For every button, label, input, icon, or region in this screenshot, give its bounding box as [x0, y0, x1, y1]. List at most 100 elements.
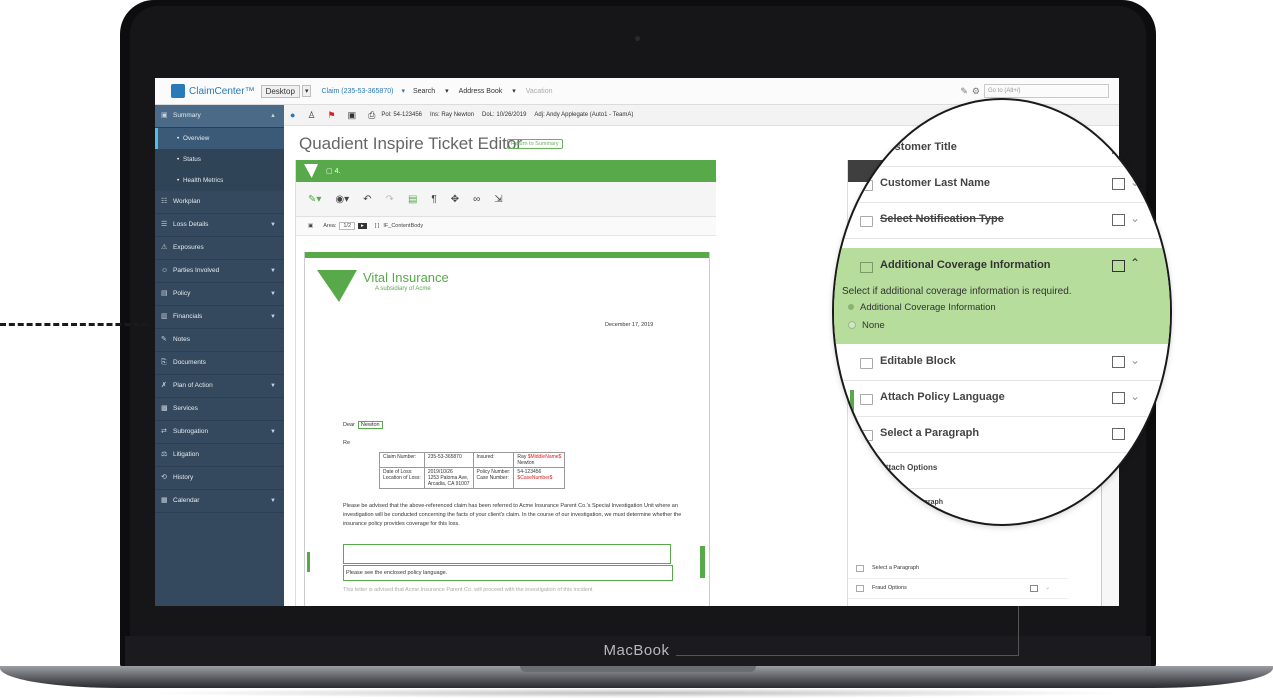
- desktop-button[interactable]: Desktop: [260, 84, 300, 98]
- view-icon[interactable]: ◉▾: [335, 194, 349, 205]
- sidebar-item-financials[interactable]: ▥ Financials ▼: [155, 306, 284, 329]
- checkbox-icon: [860, 262, 873, 273]
- area-value[interactable]: 1/2: [339, 222, 356, 230]
- option-customer-last-name[interactable]: Customer Last Name ⌄: [834, 166, 1170, 203]
- toggle-box-icon[interactable]: [1112, 392, 1125, 404]
- radio-none[interactable]: None: [848, 320, 885, 331]
- company-name: Vital Insurance: [363, 270, 449, 285]
- sidebar-item-exposures[interactable]: ⚠ Exposures: [155, 237, 284, 260]
- undo-icon[interactable]: ↶: [363, 194, 371, 205]
- option-additional-coverage-information[interactable]: Additional Coverage Information ⌃ Select…: [834, 248, 1170, 344]
- chevron-up-icon[interactable]: ⌃: [1130, 256, 1140, 270]
- sidebar-item-label: Loss Details: [173, 221, 209, 228]
- radio-additional-coverage[interactable]: Additional Coverage Information: [848, 302, 996, 313]
- glasses-icon[interactable]: ∞: [473, 194, 480, 205]
- toggle-box-icon[interactable]: [1112, 260, 1125, 272]
- option-select-notification-type[interactable]: Select Notification Type ⌄: [834, 202, 1170, 239]
- sidebar-item-policy[interactable]: ▤ Policy ▼: [155, 283, 284, 306]
- search-tab-caret[interactable]: ▾: [445, 87, 449, 95]
- option-customer-title[interactable]: Customer Title: [834, 130, 1170, 167]
- vital-insurance-logo-icon: [317, 270, 357, 302]
- dear-text: Dear: [343, 422, 355, 428]
- sidebar-item-notes[interactable]: ✎ Notes: [155, 329, 284, 352]
- redo-icon[interactable]: ↷: [386, 194, 394, 205]
- toggle-box-icon[interactable]: [1112, 142, 1125, 154]
- chevron-down-icon[interactable]: ⌄: [1130, 353, 1140, 367]
- sidebar-item-label: Parties Involved: [173, 267, 220, 274]
- calendar-icon: ▦: [161, 497, 168, 504]
- history-icon: ⟲: [161, 474, 167, 481]
- toggle-box-icon[interactable]: [1112, 428, 1125, 440]
- area-next-button[interactable]: ▸: [358, 223, 367, 229]
- left-marker: [307, 552, 310, 572]
- camera-dot: [635, 36, 640, 41]
- toggle-box-icon[interactable]: [1112, 356, 1125, 368]
- checkbox-icon: [860, 180, 873, 191]
- option-fraud-options[interactable]: Fraud Options ⌄: [848, 578, 1068, 599]
- chevron-down-icon: ▼: [270, 429, 276, 435]
- goto-input[interactable]: Go to (Alt+/): [984, 84, 1109, 98]
- chevron-down-icon[interactable]: ⌄: [1130, 175, 1140, 189]
- option-attach-options[interactable]: Attach Options: [834, 452, 1170, 489]
- option-select-a-paragraph[interactable]: Select a Paragraph: [834, 416, 1170, 453]
- bullet-icon: •: [177, 135, 180, 142]
- sidebar-item-documents[interactable]: ⎘ Documents: [155, 352, 284, 375]
- claim-tab[interactable]: Claim (235-53-365870): [321, 88, 393, 95]
- sidebar-item-status[interactable]: • Status: [155, 149, 284, 170]
- return-to-summary-button[interactable]: Return to Summary: [507, 139, 563, 149]
- table-cell: 2019/10/26 1253 Paloma Ave, Arcadia, CA 91…: [423, 467, 474, 489]
- edit-icon[interactable]: ✎: [960, 86, 968, 97]
- sidebar-item-parties-involved[interactable]: ☺ Parties Involved ▼: [155, 260, 284, 283]
- sidebar-item-health-metrics[interactable]: • Health Metrics: [155, 170, 284, 191]
- sidebar-item-services[interactable]: ▩ Services: [155, 398, 284, 421]
- laptop-notch: [520, 666, 756, 672]
- chevron-down-icon: ▼: [270, 222, 276, 228]
- gear-icon[interactable]: ⚙: [972, 86, 980, 97]
- paragraph-icon[interactable]: ¶: [431, 194, 436, 205]
- sidebar-item-label: Policy: [173, 290, 191, 297]
- vacation-tab[interactable]: Vacation: [526, 88, 553, 95]
- editable-block[interactable]: [343, 544, 671, 564]
- option-label: Attach Policy Language: [880, 391, 1005, 403]
- sidebar-item-plan-of-action[interactable]: ✗ Plan of Action ▼: [155, 375, 284, 398]
- layout-icon[interactable]: ▣: [308, 223, 313, 229]
- claim-tab-caret[interactable]: ▾: [401, 87, 405, 95]
- sidebar-item-loss-details[interactable]: ☰ Loss Details ▼: [155, 214, 284, 237]
- spellcheck-icon[interactable]: ✥: [451, 194, 459, 205]
- checkbox-icon: [860, 466, 873, 477]
- sidebar-item-label: Health Metrics: [183, 177, 224, 184]
- document-icon: ▣: [347, 109, 357, 120]
- desktop-dropdown-caret[interactable]: ▾: [301, 85, 312, 97]
- address-book-caret[interactable]: ▾: [512, 87, 516, 95]
- chevron-down-icon[interactable]: ⌄: [1045, 578, 1050, 598]
- radio-selected-icon: [848, 304, 854, 311]
- sidebar-item-summary[interactable]: ▣ Summary ▲: [155, 105, 284, 128]
- option-select-a-paragraph-2[interactable]: Select a Paragraph: [834, 488, 1170, 524]
- export-icon[interactable]: ⇲: [494, 194, 502, 205]
- area-bar: ▣ Area: 1/2 ▸ [ ] IF_ContentBody: [296, 217, 716, 236]
- address-book-tab[interactable]: Address Book: [459, 88, 503, 95]
- sidebar-item-litigation[interactable]: ⚖ Litigation: [155, 444, 284, 467]
- notes-icon: ✎: [161, 336, 167, 343]
- option-editable-block[interactable]: Editable Block ⌄: [834, 344, 1170, 381]
- clipboard-icon[interactable]: ▤: [408, 194, 417, 205]
- checked-box-icon[interactable]: [1112, 214, 1125, 226]
- pen-tool-icon[interactable]: ✎▾: [308, 194, 321, 205]
- sidebar-item-overview[interactable]: • Overview: [155, 128, 284, 149]
- toggle-box-icon[interactable]: [1030, 585, 1038, 592]
- sidebar-item-subrogation[interactable]: ⇄ Subrogation ▼: [155, 421, 284, 444]
- sidebar-item-calendar[interactable]: ▦ Calendar ▼: [155, 490, 284, 513]
- magnifier-zoom: Customer Title Customer Last Name ⌄ Selec…: [832, 98, 1172, 526]
- recipient-name-field[interactable]: Newton: [357, 421, 383, 429]
- policy-language-block[interactable]: Please see the enclosed policy language.: [343, 565, 673, 581]
- toggle-box-icon[interactable]: [1112, 178, 1125, 190]
- chevron-down-icon[interactable]: ⌄: [1130, 389, 1140, 403]
- option-attach-policy-language[interactable]: Attach Policy Language ⌄: [834, 380, 1170, 417]
- sidebar-item-workplan[interactable]: ☷ Workplan: [155, 191, 284, 214]
- document-canvas[interactable]: Vital Insurance A subsidiary of Acme Dec…: [304, 252, 710, 606]
- option-select-a-paragraph[interactable]: Select a Paragraph: [848, 558, 1068, 579]
- letter-paragraph: Please be advised that the above-referen…: [343, 503, 682, 527]
- chevron-down-icon[interactable]: ⌄: [1130, 211, 1140, 225]
- sidebar-item-history[interactable]: ⟲ History: [155, 467, 284, 490]
- search-tab[interactable]: Search: [413, 88, 435, 95]
